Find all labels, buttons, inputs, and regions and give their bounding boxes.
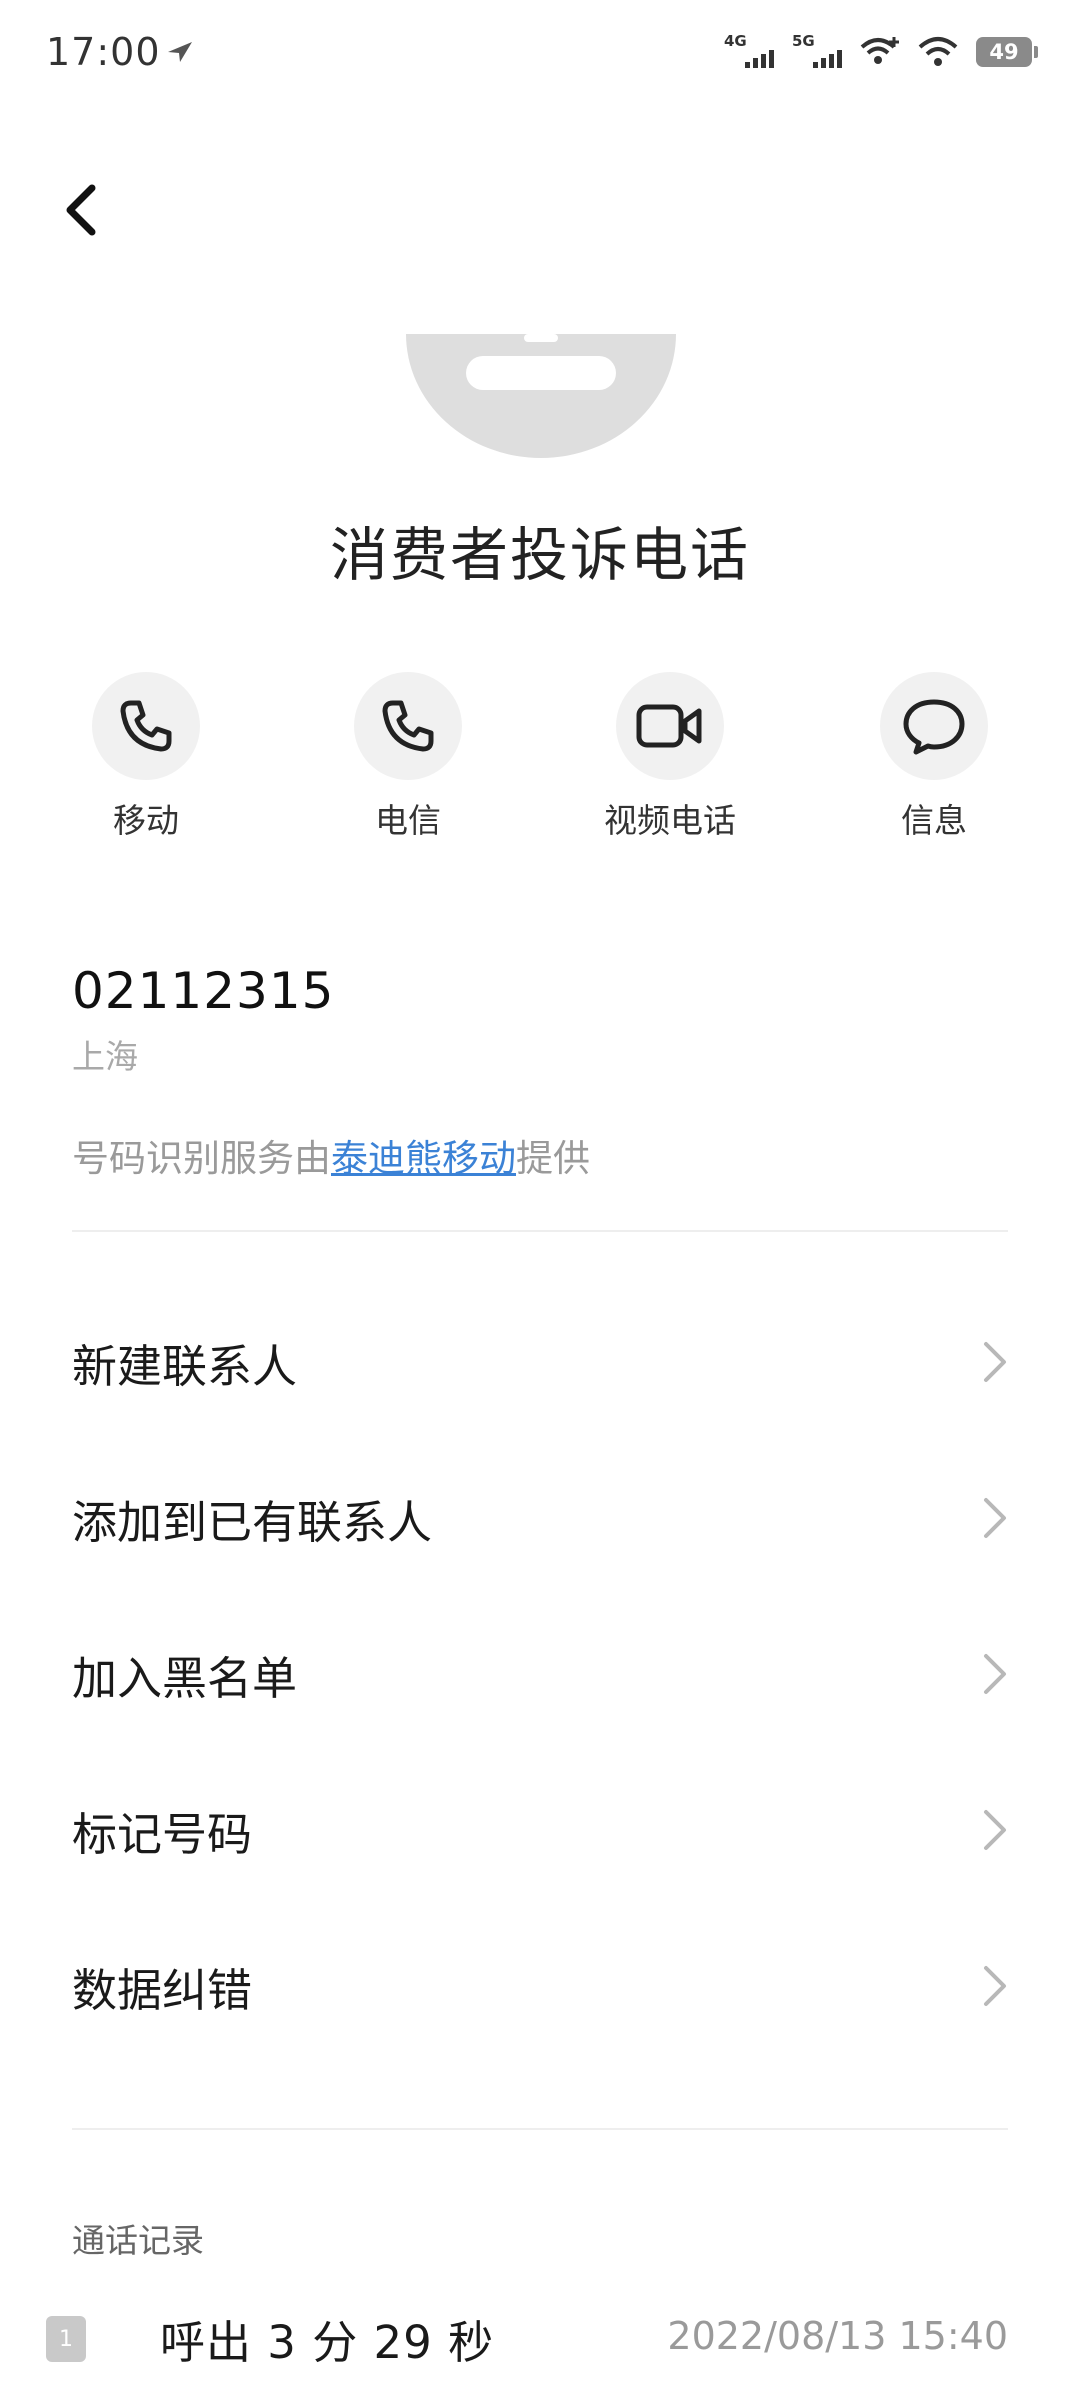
call-telecom-button[interactable]: 电信 — [308, 672, 508, 842]
action-bar: 移动 电信 视频电话 信息 — [0, 672, 1080, 852]
action-circle — [92, 672, 200, 780]
menu-item-new-contact[interactable]: 新建联系人 — [0, 1284, 1080, 1440]
menu-item-label: 加入黑名单 — [72, 1651, 298, 1705]
message-bubble-icon — [903, 699, 965, 755]
signal-5g-icon: 5G — [792, 32, 842, 70]
message-button[interactable]: 信息 — [834, 672, 1034, 842]
menu-item-data-correction[interactable]: 数据纠错 — [0, 1908, 1080, 2064]
menu-item-mark-number[interactable]: 标记号码 — [0, 1752, 1080, 1908]
battery-level: 49 — [989, 40, 1019, 64]
chevron-right-icon — [984, 1342, 1006, 1382]
menu-item-label: 新建联系人 — [72, 1339, 298, 1393]
chevron-right-icon — [984, 1810, 1006, 1850]
chevron-right-icon — [984, 1654, 1006, 1694]
phone-icon — [120, 700, 172, 752]
signal-4g-icon: 4G — [724, 32, 774, 70]
provider-note: 号码识别服务由泰迪熊移动提供 — [72, 1128, 590, 1182]
back-arrow-icon — [66, 184, 96, 236]
menu-item-label: 数据纠错 — [72, 1963, 253, 2017]
battery-icon: 49 — [976, 37, 1038, 67]
action-label: 电信 — [375, 801, 441, 840]
menu-item-add-to-existing[interactable]: 添加到已有联系人 — [0, 1440, 1080, 1596]
status-time: 17:00 — [46, 30, 161, 74]
video-call-button[interactable]: 视频电话 — [570, 672, 770, 842]
provider-link[interactable]: 泰迪熊移动 — [331, 1137, 516, 1180]
back-button[interactable] — [60, 170, 130, 250]
call-mobile-button[interactable]: 移动 — [46, 672, 246, 842]
call-description: 呼出 3 分 29 秒 — [160, 2316, 495, 2369]
provider-prefix: 号码识别服务由 — [72, 1137, 331, 1180]
status-bar: 17:00 4G 5G 49 — [0, 0, 1080, 104]
menu-item-blacklist[interactable]: 加入黑名单 — [0, 1596, 1080, 1752]
location-arrow-icon — [168, 42, 192, 62]
wifi-plus-icon — [860, 37, 899, 64]
action-label: 信息 — [901, 801, 967, 840]
provider-suffix: 提供 — [516, 1137, 590, 1180]
divider — [72, 1230, 1008, 1232]
call-log-title: 通话记录 — [72, 2221, 204, 2260]
video-camera-icon — [636, 704, 702, 748]
chevron-right-icon — [984, 1498, 1006, 1538]
action-label: 视频电话 — [604, 801, 736, 840]
chevron-right-icon — [984, 1966, 1006, 2006]
action-circle — [880, 672, 988, 780]
menu-item-label: 标记号码 — [72, 1807, 253, 1861]
phone-number[interactable]: 02112315 — [72, 962, 335, 1020]
call-log-entry[interactable]: 1 呼出 3 分 29 秒 2022/08/13 15:40 — [0, 2304, 1080, 2374]
contact-name: 消费者投诉电话 — [329, 521, 750, 589]
phone-icon — [382, 700, 434, 752]
action-label: 移动 — [113, 801, 179, 840]
sim-card-icon: 1 — [46, 2316, 86, 2362]
call-datetime: 2022/08/13 15:40 — [667, 2314, 1008, 2358]
wifi-icon — [918, 37, 958, 66]
phone-location: 上海 — [72, 1037, 138, 1076]
divider — [72, 2128, 1008, 2130]
menu-item-label: 添加到已有联系人 — [72, 1495, 433, 1549]
action-circle — [354, 672, 462, 780]
avatar — [406, 334, 676, 458]
action-circle — [616, 672, 724, 780]
